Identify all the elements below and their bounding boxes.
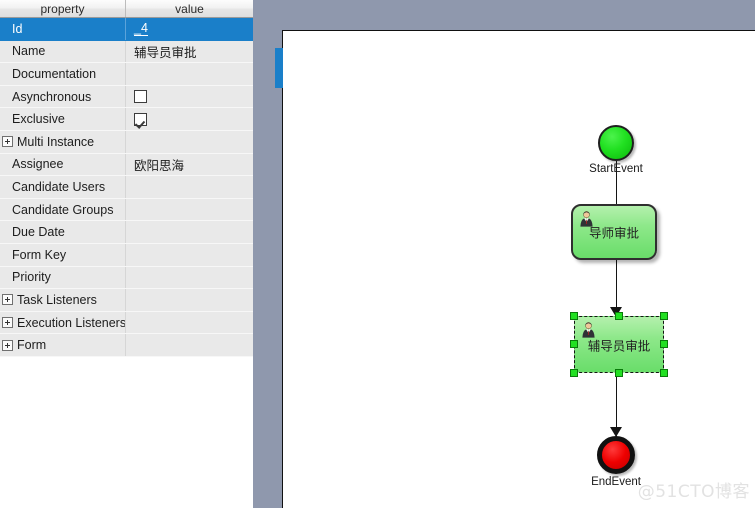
property-sheet-panel: property value Id _4 Name 辅导员审批 Document… (0, 0, 253, 508)
task-box[interactable]: 导师审批 (571, 204, 657, 260)
resize-handle-s[interactable] (615, 369, 623, 377)
resize-handle-n[interactable] (615, 312, 623, 320)
expand-plus-icon[interactable] (2, 339, 13, 351)
user-task-node-daoshi[interactable]: 导师审批 (571, 204, 657, 260)
end-event-node[interactable]: EndEvent (591, 436, 641, 488)
watermark-text: @51CTO博客 (637, 482, 750, 502)
table-row[interactable]: Form (0, 334, 253, 357)
table-row[interactable]: Assignee 欧阳思海 (0, 153, 253, 177)
row-value-id[interactable]: _4 (126, 18, 253, 40)
start-event-label: StartEvent (589, 163, 643, 175)
table-row[interactable]: Form Key (0, 243, 253, 267)
row-label-execution-listeners: Execution Listeners (0, 311, 126, 334)
row-value-due-date[interactable] (126, 221, 253, 243)
column-header-value[interactable]: value (126, 0, 253, 17)
row-label-id: Id (0, 18, 126, 40)
id-value-text: _4 (134, 21, 148, 37)
row-value-form[interactable] (126, 334, 253, 356)
row-value-priority[interactable] (126, 267, 253, 289)
table-row[interactable]: Execution Listeners (0, 311, 253, 335)
row-value-execution-listeners[interactable] (126, 312, 253, 334)
row-label-candidate-groups: Candidate Groups (0, 198, 126, 221)
row-label-form-key: Form Key (0, 243, 126, 266)
resize-handle-sw[interactable] (570, 369, 578, 377)
exclusive-checkbox[interactable] (134, 112, 147, 126)
vertical-scrollbar-thumb[interactable] (275, 48, 283, 88)
row-value-candidate-users[interactable] (126, 176, 253, 198)
row-label-form: Form (0, 334, 126, 356)
property-table-header: property value (0, 0, 253, 18)
resize-handle-e[interactable] (660, 340, 668, 348)
task-box-selected[interactable]: 辅导员审批 (574, 316, 664, 373)
table-row[interactable]: Multi Instance (0, 130, 253, 154)
bpmn-diagram-area[interactable]: StartEvent 导师审批 辅导员审批 EndEvent @51CTO博客 (253, 0, 755, 508)
row-label-due-date: Due Date (0, 221, 126, 243)
start-event-circle[interactable] (598, 125, 634, 161)
table-row[interactable]: Candidate Groups (0, 198, 253, 222)
expand-plus-icon[interactable] (2, 317, 13, 329)
property-table-body: Id _4 Name 辅导员审批 Documentation Asynchron… (0, 18, 253, 357)
row-label-assignee: Assignee (0, 153, 126, 176)
expand-plus-icon[interactable] (2, 294, 13, 306)
row-value-candidate-groups[interactable] (126, 199, 253, 221)
start-event-node[interactable]: StartEvent (589, 125, 643, 175)
row-label-task-listeners-text: Task Listeners (17, 292, 97, 307)
row-label-form-text: Form (17, 338, 47, 353)
diagram-canvas[interactable]: StartEvent 导师审批 辅导员审批 EndEvent @51CTO博客 (275, 30, 755, 508)
row-label-execution-listeners-text: Execution Listeners (17, 315, 126, 330)
resize-handle-ne[interactable] (660, 312, 668, 320)
table-row[interactable]: Asynchronous (0, 85, 253, 109)
row-label-priority: Priority (0, 266, 126, 289)
row-label-name: Name (0, 40, 126, 63)
row-value-asynchronous[interactable] (126, 86, 253, 108)
row-value-assignee[interactable]: 欧阳思海 (126, 154, 253, 176)
resize-handle-nw[interactable] (570, 312, 578, 320)
table-row[interactable]: Documentation (0, 63, 253, 86)
column-header-property[interactable]: property (0, 0, 126, 17)
row-label-asynchronous: Asynchronous (0, 85, 126, 108)
row-label-multi-instance: Multi Instance (0, 130, 126, 153)
table-row[interactable]: Due Date (0, 221, 253, 244)
asynchronous-checkbox[interactable] (134, 90, 147, 104)
row-label-documentation: Documentation (0, 63, 126, 85)
table-row[interactable]: Priority (0, 266, 253, 290)
row-value-exclusive[interactable] (126, 108, 253, 130)
table-row[interactable]: Name 辅导员审批 (0, 40, 253, 64)
table-row[interactable]: Exclusive (0, 108, 253, 131)
user-task-node-fudaoyuan[interactable]: 辅导员审批 (570, 312, 668, 377)
end-event-label: EndEvent (591, 476, 641, 488)
resize-handle-w[interactable] (570, 340, 578, 348)
row-value-name[interactable]: 辅导员审批 (126, 41, 253, 63)
row-value-documentation[interactable] (126, 63, 253, 85)
table-row[interactable]: Task Listeners (0, 289, 253, 312)
row-value-form-key[interactable] (126, 244, 253, 266)
task-label-daoshi: 导师审批 (588, 225, 639, 241)
expand-plus-icon[interactable] (2, 136, 13, 148)
task-label-fudaoyuan: 辅导员审批 (587, 338, 651, 353)
table-row[interactable]: Candidate Users (0, 176, 253, 199)
row-label-multi-instance-text: Multi Instance (17, 134, 95, 149)
row-label-task-listeners: Task Listeners (0, 289, 126, 311)
row-value-task-listeners[interactable] (126, 289, 253, 311)
table-row[interactable]: Id _4 (0, 18, 253, 41)
row-value-multi-instance[interactable] (126, 131, 253, 153)
row-label-exclusive: Exclusive (0, 108, 126, 130)
row-label-candidate-users: Candidate Users (0, 176, 126, 198)
resize-handle-se[interactable] (660, 369, 668, 377)
end-event-circle[interactable] (597, 436, 635, 474)
